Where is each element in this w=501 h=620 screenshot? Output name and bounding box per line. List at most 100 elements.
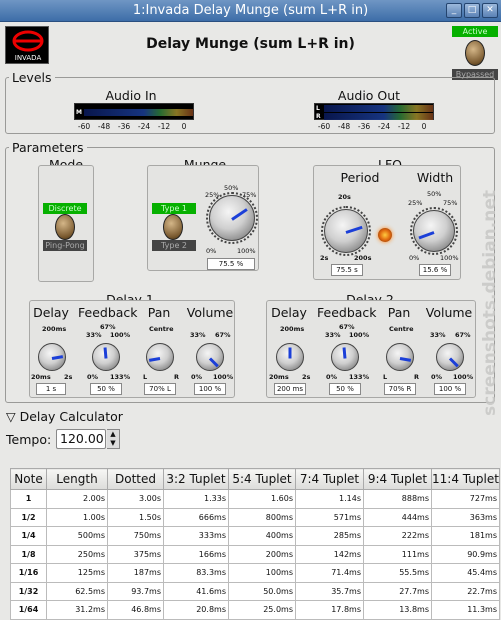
lfo-period-value: 75.5 s — [331, 264, 363, 276]
table-cell: 71.4ms — [295, 563, 364, 583]
table-row[interactable]: 1/8 250ms 375ms 166ms 200ms 142ms 111ms 90.9ms — [10, 544, 500, 564]
delay2-pan-knob[interactable] — [386, 343, 414, 371]
mode-pingpong-label[interactable]: Ping-Pong — [43, 240, 87, 251]
scale-tick: -60 — [77, 122, 91, 131]
munge-tick-0: 0% — [206, 247, 217, 255]
lfo-width-knob[interactable] — [413, 210, 455, 252]
munge-type2-label[interactable]: Type 2 — [152, 240, 196, 251]
delay2-delay-label: Delay — [271, 305, 307, 320]
bypass-toggle[interactable] — [465, 40, 485, 66]
delay2-feedback-label: Feedback — [317, 305, 377, 320]
audio-out-meter-bar-r — [324, 113, 433, 120]
lfo-period-knob[interactable] — [324, 209, 368, 253]
lfo-period-tick-mid: 20s — [338, 193, 351, 201]
delay1-pan-value: 70% L — [144, 383, 176, 395]
delay2-pan-tick-min: L — [383, 373, 388, 381]
audio-out-channel-l: L — [316, 105, 320, 112]
maximize-button[interactable]: □ — [464, 3, 480, 18]
table-cell: 1.50s — [107, 507, 164, 527]
table-cell: 31.2ms — [46, 600, 108, 620]
column-header[interactable]: Dotted — [107, 468, 164, 490]
table-row[interactable]: 1 2.00s 3.00s 1.33s 1.60s 1.14s 888ms 727ms — [10, 489, 500, 509]
audio-out-channel-r: R — [316, 113, 321, 120]
table-row[interactable]: 1/4 500ms 750ms 333ms 400ms 285ms 222ms 181ms — [10, 526, 500, 546]
knob-indicator — [448, 357, 459, 368]
column-header[interactable]: Note — [10, 468, 47, 490]
table-cell: 800ms — [228, 507, 296, 527]
table-row[interactable]: 1/64 31.2ms 46.8ms 20.8ms 25.0ms 17.8ms 13.8ms… — [10, 600, 500, 620]
delay-calculator-expander[interactable]: ▽ Delay Calculator — [6, 409, 123, 424]
spin-down-icon[interactable]: ▼ — [107, 439, 119, 448]
munge-knob-indicator — [231, 208, 248, 221]
scale-tick: -24 — [377, 122, 391, 131]
munge-knob[interactable] — [209, 195, 255, 241]
column-header[interactable]: 5:4 Tuplet — [228, 468, 296, 490]
table-cell: 111ms — [363, 544, 432, 564]
delay1-delay-knob[interactable] — [38, 343, 66, 371]
scale-tick: -24 — [137, 122, 151, 131]
delay-calculator-title: Delay Calculator — [19, 409, 123, 424]
audio-in-meter-bar — [84, 109, 193, 116]
note-cell: 1/2 — [10, 507, 47, 527]
column-header[interactable]: 7:4 Tuplet — [295, 468, 364, 490]
delay2-delay-tick-min: 20ms — [269, 373, 289, 381]
minimize-button[interactable]: _ — [446, 3, 462, 18]
expander-triangle-icon: ▽ — [6, 409, 16, 424]
tempo-spinner[interactable]: ▲ ▼ — [107, 429, 120, 449]
table-row[interactable]: 1/16 125ms 187ms 83.3ms 100ms 71.4ms 55.5ms 45.… — [10, 563, 500, 583]
munge-tick-100: 100% — [237, 247, 256, 255]
delay2-feedback-tick-min: 0% — [326, 373, 338, 381]
delay1-volume-tick-max: 100% — [213, 373, 234, 381]
lfo-width-tick-100: 100% — [440, 254, 459, 262]
close-button[interactable]: ✕ — [482, 3, 498, 18]
table-cell: 11.3ms — [431, 600, 500, 620]
scale-tick: -60 — [317, 122, 331, 131]
scale-tick: -48 — [97, 122, 111, 131]
delay1-feedback-knob[interactable] — [92, 343, 120, 371]
munge-type1-label[interactable]: Type 1 — [152, 203, 196, 214]
delay2-feedback-tick-r: 100% — [349, 331, 370, 339]
table-cell: 500ms — [46, 526, 108, 546]
table-row[interactable]: 1/32 62.5ms 93.7ms 41.6ms 50.0ms 35.7ms 27.7ms… — [10, 581, 500, 601]
bypass-active-label: Active — [452, 26, 498, 37]
delay1-feedback-tick-l: 33% — [86, 331, 102, 339]
plugin-title: Delay Munge (sum L+R in) — [146, 36, 355, 52]
mode-toggle[interactable] — [55, 214, 75, 240]
table-row[interactable]: 1/2 1.00s 1.50s 666ms 800ms 571ms 444ms 363ms — [10, 507, 500, 527]
table-cell: 727ms — [431, 489, 500, 509]
munge-toggle[interactable] — [163, 214, 183, 240]
table-cell: 17.8ms — [295, 600, 364, 620]
delay2-volume-knob[interactable] — [436, 343, 464, 371]
column-header[interactable]: 11:4 Tuplet — [431, 468, 500, 490]
tempo-label: Tempo: — [6, 432, 52, 447]
table-cell: 750ms — [107, 526, 164, 546]
scale-tick: 0 — [181, 122, 187, 131]
column-header[interactable]: 9:4 Tuplet — [363, 468, 432, 490]
delay2-volume-tick-r: 67% — [455, 331, 471, 339]
audio-in-meter: M — [74, 103, 194, 120]
delay1-delay-tick-min: 20ms — [31, 373, 51, 381]
bypass-control[interactable]: Active Bypassed — [452, 26, 498, 80]
delay2-delay-knob[interactable] — [276, 343, 304, 371]
delay2-delay-value: 200 ms — [274, 383, 306, 395]
delay2-volume-value: 100 % — [434, 383, 466, 395]
delay1-feedback-tick-r: 100% — [110, 331, 131, 339]
spin-up-icon[interactable]: ▲ — [107, 430, 119, 439]
lfo-period-tick-min: 2s — [320, 254, 329, 262]
table-cell: 13.8ms — [363, 600, 432, 620]
tempo-input[interactable]: 120.00 — [56, 429, 106, 449]
delay2-feedback-knob[interactable] — [331, 343, 359, 371]
munge-tick-50: 50% — [224, 184, 239, 192]
delay1-delay-label: Delay — [33, 305, 69, 320]
table-cell: 285ms — [295, 526, 364, 546]
delay2-volume-label: Volume — [425, 305, 473, 320]
column-header[interactable]: 3:2 Tuplet — [163, 468, 229, 490]
munge-value: 75.5 % — [207, 258, 255, 270]
delay1-pan-knob[interactable] — [146, 343, 174, 371]
munge-tick-25: 25% — [205, 191, 220, 199]
mode-discrete-label[interactable]: Discrete — [43, 203, 87, 214]
column-header[interactable]: Length — [46, 468, 108, 490]
delay1-volume-knob[interactable] — [196, 343, 224, 371]
tempo-row: Tempo: 120.00 ▲ ▼ — [6, 429, 120, 449]
delay1-pan-tick-max: R — [174, 373, 180, 381]
